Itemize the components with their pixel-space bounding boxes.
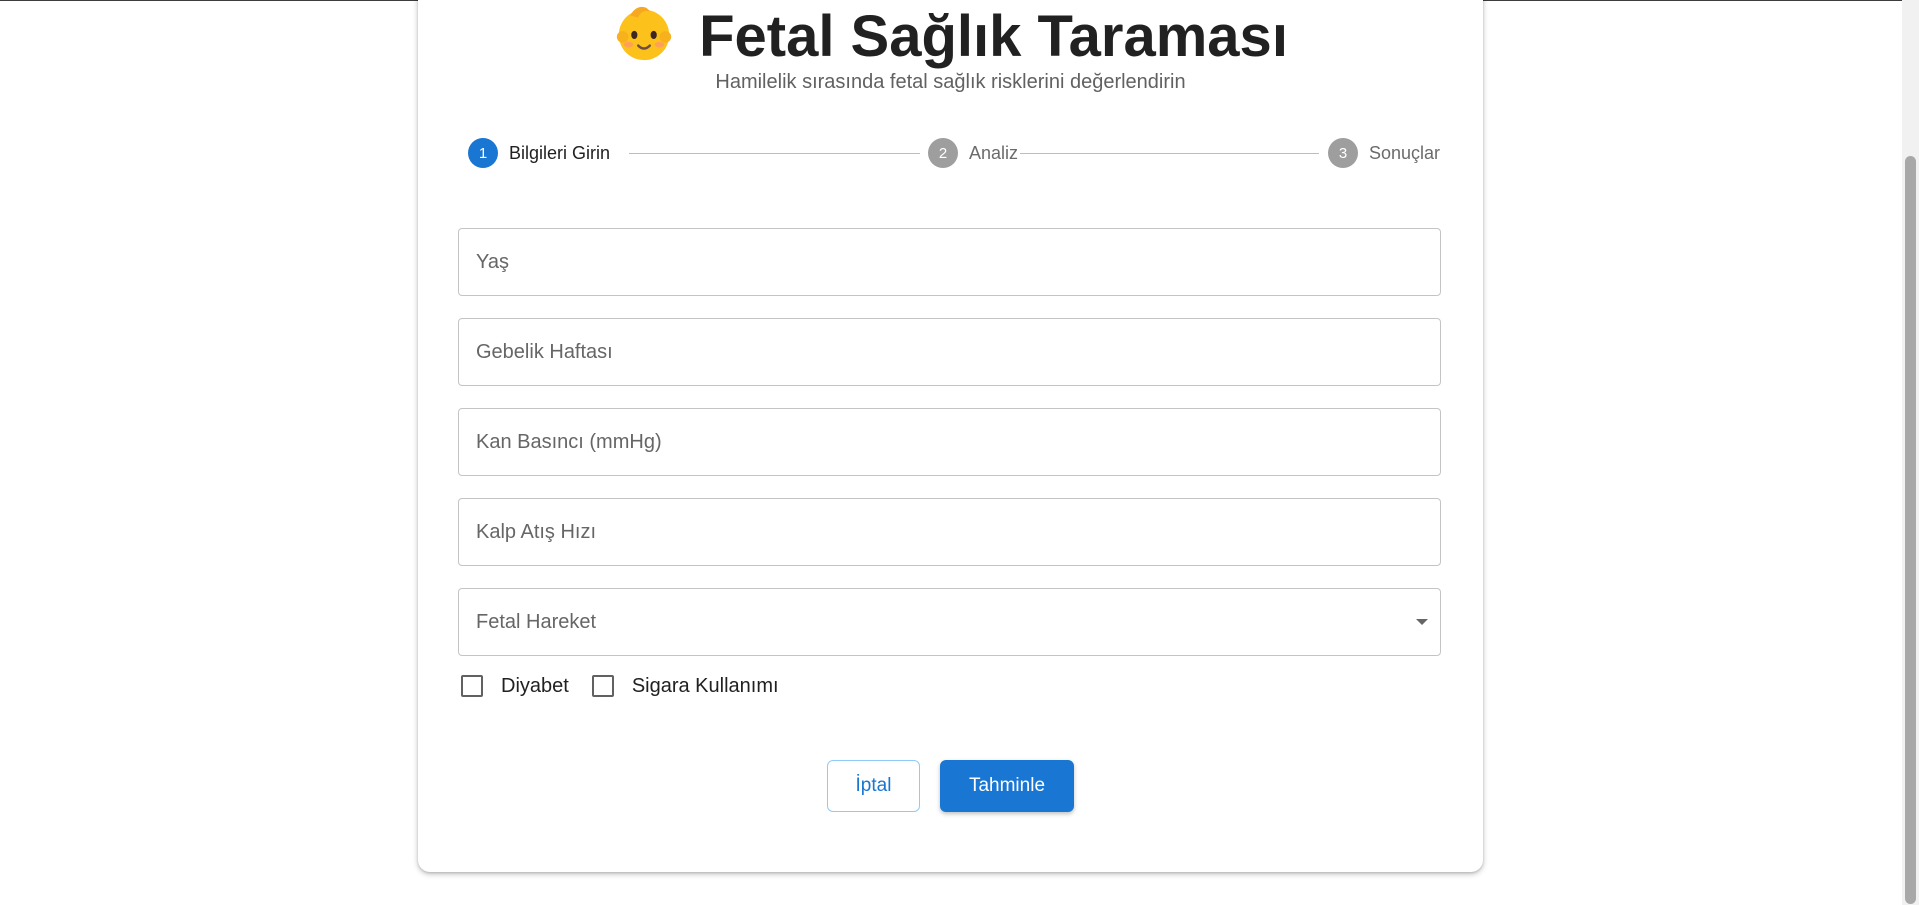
smoking-checkbox-box[interactable] (591, 675, 614, 697)
smoking-checkbox[interactable]: Sigara Kullanımı (589, 675, 779, 698)
predict-button[interactable]: Tahminle (940, 760, 1074, 812)
stepper: 1 Bilgileri Girin 2 Analiz 3 Sonuçlar (468, 137, 1440, 169)
smoking-label: Sigara Kullanımı (631, 674, 779, 697)
checkbox-group: Diyabet Sigara Kullanımı (458, 672, 799, 700)
fetal-movement-label: Fetal Hareket (476, 611, 597, 633)
step-number-2: 2 (928, 138, 958, 168)
blood-pressure-input[interactable] (459, 409, 1440, 475)
scrollbar-thumb[interactable] (1905, 156, 1916, 904)
cancel-button[interactable]: İptal (827, 760, 920, 812)
step-label-1: Bilgileri Girin (509, 142, 611, 163)
heart-rate-input[interactable] (459, 499, 1440, 565)
diabetes-checkbox[interactable]: Diyabet (458, 675, 569, 698)
step-number-1: 1 (468, 138, 498, 168)
baby-face-icon (616, 6, 672, 61)
step-number-3: 3 (1328, 138, 1358, 168)
chevron-down-icon[interactable] (1416, 619, 1428, 625)
age-input[interactable] (459, 229, 1440, 295)
step-results: 3 Sonuçlar (1328, 137, 1440, 169)
heart-rate-field[interactable] (458, 498, 1441, 566)
step-enter-info: 1 Bilgileri Girin (468, 137, 610, 169)
step-label-2: Analiz (969, 142, 1019, 163)
vertical-scrollbar[interactable] (1902, 0, 1919, 905)
age-field[interactable] (458, 228, 1441, 296)
step-label-3: Sonuçlar (1369, 142, 1441, 163)
screening-card: Fetal Sağlık Taraması Hamilelik sırasınd… (418, 0, 1483, 872)
pregnancy-week-field[interactable] (458, 318, 1441, 386)
diabetes-checkbox-box[interactable] (461, 675, 483, 697)
step-connector-1 (629, 153, 920, 154)
step-analysis: 2 Analiz (928, 137, 1018, 169)
diabetes-label: Diyabet (501, 674, 569, 697)
blood-pressure-field[interactable] (458, 408, 1441, 476)
title-text: Fetal Sağlık Taraması (699, 4, 1288, 69)
page-subtitle: Hamilelik sırasında fetal sağlık riskler… (715, 71, 1186, 93)
step-connector-2 (1020, 153, 1319, 154)
page-title: Fetal Sağlık Taraması (418, 2, 1483, 70)
fetal-movement-select[interactable]: Fetal Hareket (458, 588, 1441, 656)
pregnancy-week-input[interactable] (459, 319, 1440, 385)
